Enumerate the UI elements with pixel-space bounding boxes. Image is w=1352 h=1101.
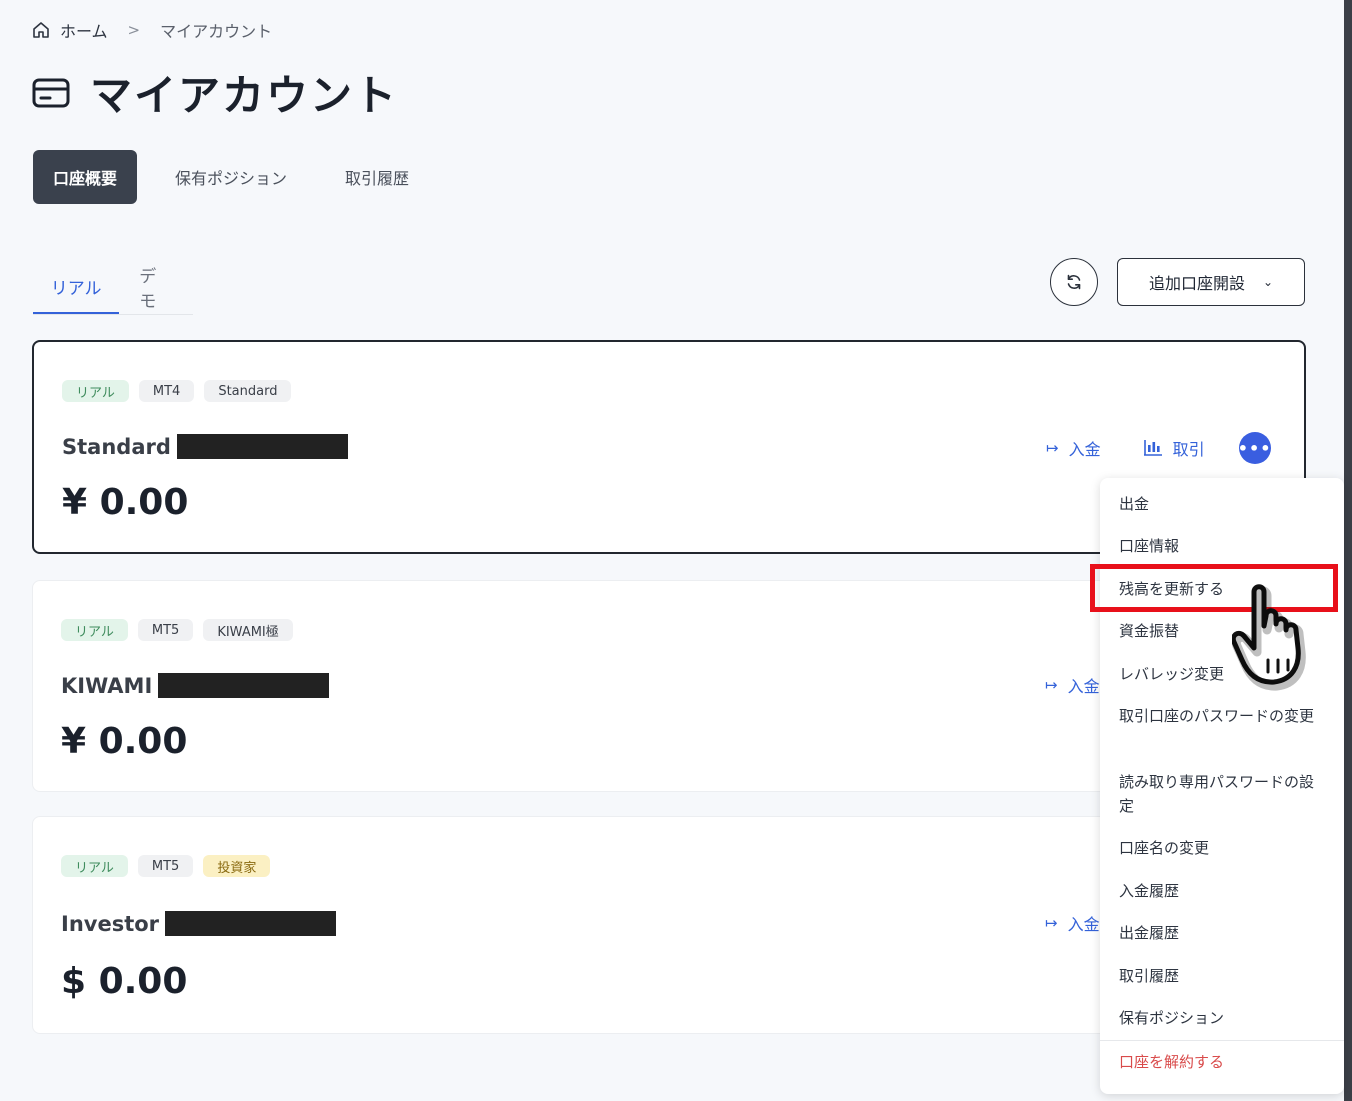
account-name-row: Standard xyxy=(62,434,348,459)
more-dots-icon[interactable]: ••• xyxy=(1238,432,1271,464)
account-name: KIWAMI xyxy=(61,673,153,698)
breadcrumb-separator: > xyxy=(127,21,141,39)
breadcrumb: ホーム > マイアカウント xyxy=(32,18,272,42)
window-edge xyxy=(1344,0,1352,1101)
add-account-label: 追加口座開設 xyxy=(1148,274,1245,293)
card-actions: ↦ 入金 取引 ••• xyxy=(1046,432,1271,464)
menu-item-change-password[interactable]: 取引口座のパスワードの変更 xyxy=(1119,704,1325,728)
badge-investor: 投資家 xyxy=(203,855,271,877)
tab-real[interactable]: リアル xyxy=(33,260,120,314)
deposit-label: 入金 xyxy=(1067,677,1100,696)
deposit-label: 入金 xyxy=(1068,440,1101,459)
page-title: マイアカウント xyxy=(90,71,399,120)
redacted-account-number xyxy=(158,673,330,698)
menu-item-readonly-password[interactable]: 読み取り専用パスワードの設定 xyxy=(1119,770,1325,818)
menu-item-withdraw[interactable]: 出金 xyxy=(1119,492,1325,516)
hand-pointer-icon xyxy=(1232,584,1306,691)
deposit-button[interactable]: ↦ 入金 xyxy=(1046,436,1101,460)
badge-platform: MT5 xyxy=(137,619,194,641)
tab-trade-history[interactable]: 取引履歴 xyxy=(325,150,429,204)
badge-account-type: Standard xyxy=(204,380,292,402)
trade-label: 取引 xyxy=(1172,440,1205,459)
breadcrumb-home[interactable]: ホーム xyxy=(60,18,108,42)
menu-item-trade-history[interactable]: 取引履歴 xyxy=(1119,964,1325,988)
main-tabs: 口座概要 保有ポジション 取引履歴 xyxy=(33,150,447,204)
trade-button[interactable]: 取引 xyxy=(1143,436,1205,460)
badge-platform: MT5 xyxy=(137,855,194,877)
account-name-row: KIWAMI xyxy=(61,673,330,698)
account-balance: $ 0.00 xyxy=(61,961,188,1002)
badge-real: リアル xyxy=(61,619,128,641)
page-header: マイアカウント xyxy=(32,62,398,123)
refresh-button[interactable] xyxy=(1050,258,1098,306)
account-badges: リアル MT5 投資家 xyxy=(61,855,280,877)
add-account-button[interactable]: 追加口座開設 ⌄ xyxy=(1117,258,1305,306)
account-type-tabs: リアル デモ xyxy=(33,260,193,315)
tab-open-positions[interactable]: 保有ポジション xyxy=(155,150,307,204)
menu-divider xyxy=(1100,1040,1344,1041)
tab-account-overview[interactable]: 口座概要 xyxy=(33,150,138,204)
account-name-row: Investor xyxy=(61,911,337,936)
arrow-right-bar-icon: ↦ xyxy=(1046,439,1059,457)
account-badges: リアル MT5 KIWAMI極 xyxy=(61,619,303,641)
menu-item-open-positions[interactable]: 保有ポジション xyxy=(1119,1006,1325,1030)
badge-real: リアル xyxy=(61,855,128,877)
home-icon[interactable] xyxy=(32,21,50,39)
candlestick-chart-icon xyxy=(1143,440,1162,456)
account-badges: リアル MT4 Standard xyxy=(62,380,301,402)
refresh-icon xyxy=(1067,274,1081,290)
card-icon xyxy=(32,78,70,107)
breadcrumb-current: マイアカウント xyxy=(160,22,273,41)
menu-item-deposit-history[interactable]: 入金履歴 xyxy=(1119,879,1325,903)
menu-item-close-account[interactable]: 口座を解約する xyxy=(1119,1050,1325,1074)
tab-demo[interactable]: デモ xyxy=(119,260,193,314)
badge-account-type: KIWAMI極 xyxy=(203,619,293,641)
deposit-button[interactable]: ↦ 入金 xyxy=(1045,911,1100,935)
card-actions: ↦ 入金 xyxy=(1045,673,1100,697)
menu-item-account-info[interactable]: 口座情報 xyxy=(1119,534,1325,558)
redacted-account-number xyxy=(165,911,337,936)
menu-item-withdrawal-history[interactable]: 出金履歴 xyxy=(1119,921,1325,945)
arrow-right-bar-icon: ↦ xyxy=(1045,914,1058,932)
account-name: Standard xyxy=(62,434,171,459)
account-balance: ¥ 0.00 xyxy=(61,721,188,762)
badge-platform: MT4 xyxy=(138,380,195,402)
card-actions: ↦ 入金 xyxy=(1045,911,1100,935)
account-name: Investor xyxy=(61,911,160,936)
deposit-button[interactable]: ↦ 入金 xyxy=(1045,673,1100,697)
deposit-label: 入金 xyxy=(1067,915,1100,934)
badge-real: リアル xyxy=(62,380,129,402)
account-balance: ¥ 0.00 xyxy=(62,482,189,523)
chevron-down-icon: ⌄ xyxy=(1262,275,1274,289)
redacted-account-number xyxy=(176,434,348,459)
arrow-right-bar-icon: ↦ xyxy=(1045,676,1058,694)
menu-item-rename-account[interactable]: 口座名の変更 xyxy=(1119,836,1325,860)
